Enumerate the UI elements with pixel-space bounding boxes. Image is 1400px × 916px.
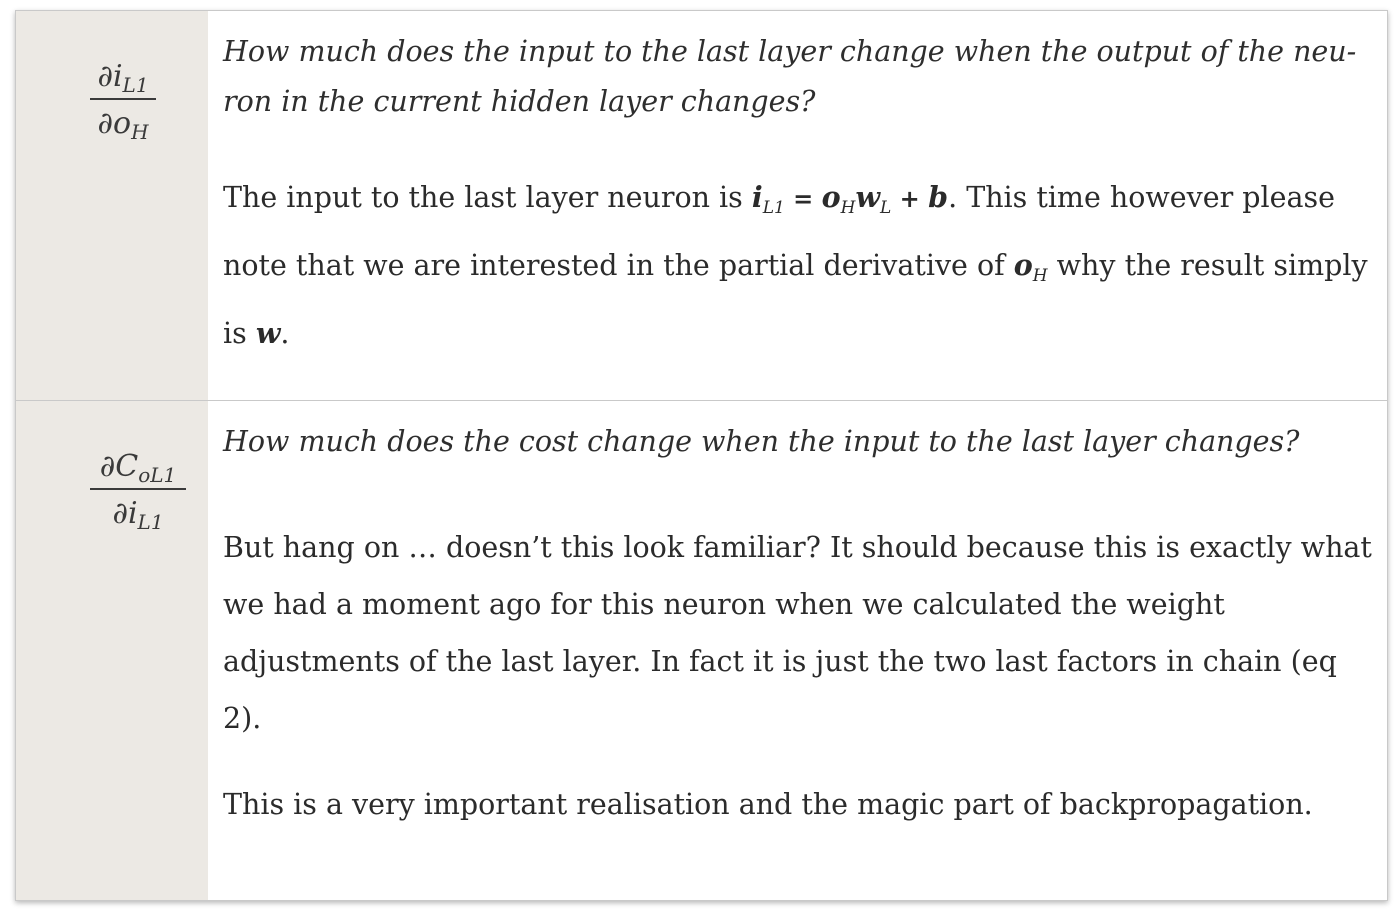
math-inline: w [255, 316, 281, 350]
math-inline: iL1 [751, 180, 785, 218]
fraction-bar [90, 488, 186, 490]
formula-cell: ∂iL1 ∂oH [16, 11, 208, 400]
math-inline: b [928, 180, 949, 214]
row-question: How much does the input to the last laye… [223, 35, 1357, 118]
math-inline: oHwL [821, 180, 892, 218]
row-explanation: This is a very important realisation and… [223, 788, 1313, 821]
math-inline: oH [1013, 248, 1048, 286]
partial-derivative-formula: ∂CoL1 ∂iL1 [90, 449, 186, 534]
formula-denominator: ∂oH [97, 106, 149, 144]
fraction-bar [90, 98, 156, 100]
table-row: ∂CoL1 ∂iL1 How much does the cost change… [16, 401, 1387, 900]
formula-denominator: ∂iL1 [112, 496, 164, 534]
row-question: How much does the cost change when the i… [223, 425, 1300, 458]
formula-cell: ∂CoL1 ∂iL1 [16, 401, 208, 900]
content-table: ∂iL1 ∂oH How much does the input to the … [15, 10, 1388, 901]
formula-numerator: ∂CoL1 [99, 449, 177, 487]
table-row: ∂iL1 ∂oH How much does the input to the … [16, 11, 1387, 401]
partial-derivative-formula: ∂iL1 ∂oH [90, 59, 156, 144]
formula-numerator: ∂iL1 [97, 59, 149, 97]
row-explanation: The input to the last layer neuron is iL… [223, 180, 1368, 350]
row-explanation: But hang on … doesn’t this look familiar… [223, 531, 1372, 735]
